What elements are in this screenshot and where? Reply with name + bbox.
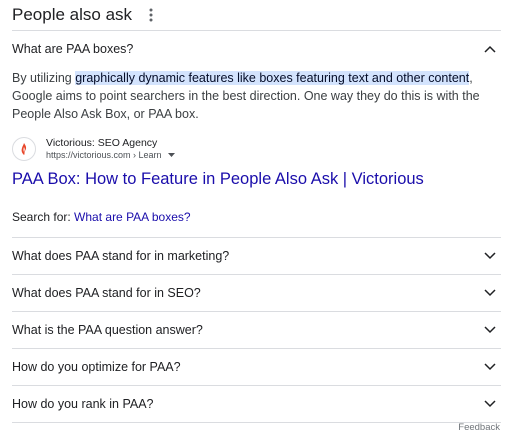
- search-for-label: Search for:: [12, 210, 71, 224]
- chevron-down-icon: [483, 249, 497, 263]
- question-row[interactable]: How do you rank in PAA?: [12, 386, 501, 422]
- question-text: What does PAA stand for in marketing?: [12, 249, 230, 263]
- feedback-link[interactable]: Feedback: [458, 422, 500, 433]
- question-row[interactable]: What does PAA stand for in SEO?: [12, 275, 501, 311]
- caret-down-icon[interactable]: [167, 153, 175, 157]
- source-attribution[interactable]: Victorious: SEO Agency https://victoriou…: [12, 137, 501, 161]
- question-text: What are PAA boxes?: [12, 42, 134, 56]
- source-url: https://victorious.com › Learn: [46, 149, 175, 161]
- source-name: Victorious: SEO Agency: [46, 137, 158, 149]
- search-for-query-link[interactable]: What are PAA boxes?: [74, 210, 191, 224]
- question-text: How do you optimize for PAA?: [12, 360, 181, 374]
- answer-highlight: graphically dynamic features like boxes …: [75, 71, 470, 85]
- question-expanded[interactable]: What are PAA boxes?: [12, 31, 501, 67]
- answer-snippet: By utilizing graphically dynamic feature…: [12, 67, 501, 123]
- question-row[interactable]: What does PAA stand for in marketing?: [12, 238, 501, 274]
- question-text: How do you rank in PAA?: [12, 397, 154, 411]
- chevron-down-icon: [483, 360, 497, 374]
- paa-title: People also ask: [12, 5, 133, 24]
- more-vert-icon[interactable]: [144, 7, 158, 23]
- question-row[interactable]: What is the PAA question answer?: [12, 312, 501, 348]
- question-text: What does PAA stand for in SEO?: [12, 286, 201, 300]
- paa-header: People also ask: [12, 0, 501, 30]
- answer-text-before: By utilizing: [12, 71, 76, 85]
- question-row[interactable]: How do you optimize for PAA?: [12, 349, 501, 385]
- chevron-down-icon: [483, 286, 497, 300]
- source-url-text: https://victorious.com › Learn: [46, 150, 162, 160]
- result-title-link[interactable]: PAA Box: How to Feature in People Also A…: [12, 169, 501, 189]
- divider: [12, 422, 501, 423]
- victorious-logo-icon: [12, 137, 36, 161]
- search-for: Search for: What are PAA boxes?: [12, 210, 501, 228]
- chevron-down-icon: [483, 397, 497, 411]
- chevron-up-icon: [483, 42, 497, 56]
- question-text: What is the PAA question answer?: [12, 323, 203, 337]
- chevron-down-icon: [483, 323, 497, 337]
- people-also-ask: People also ask What are PAA boxes? By u…: [12, 0, 501, 423]
- source-text: Victorious: SEO Agency https://victoriou…: [46, 137, 175, 161]
